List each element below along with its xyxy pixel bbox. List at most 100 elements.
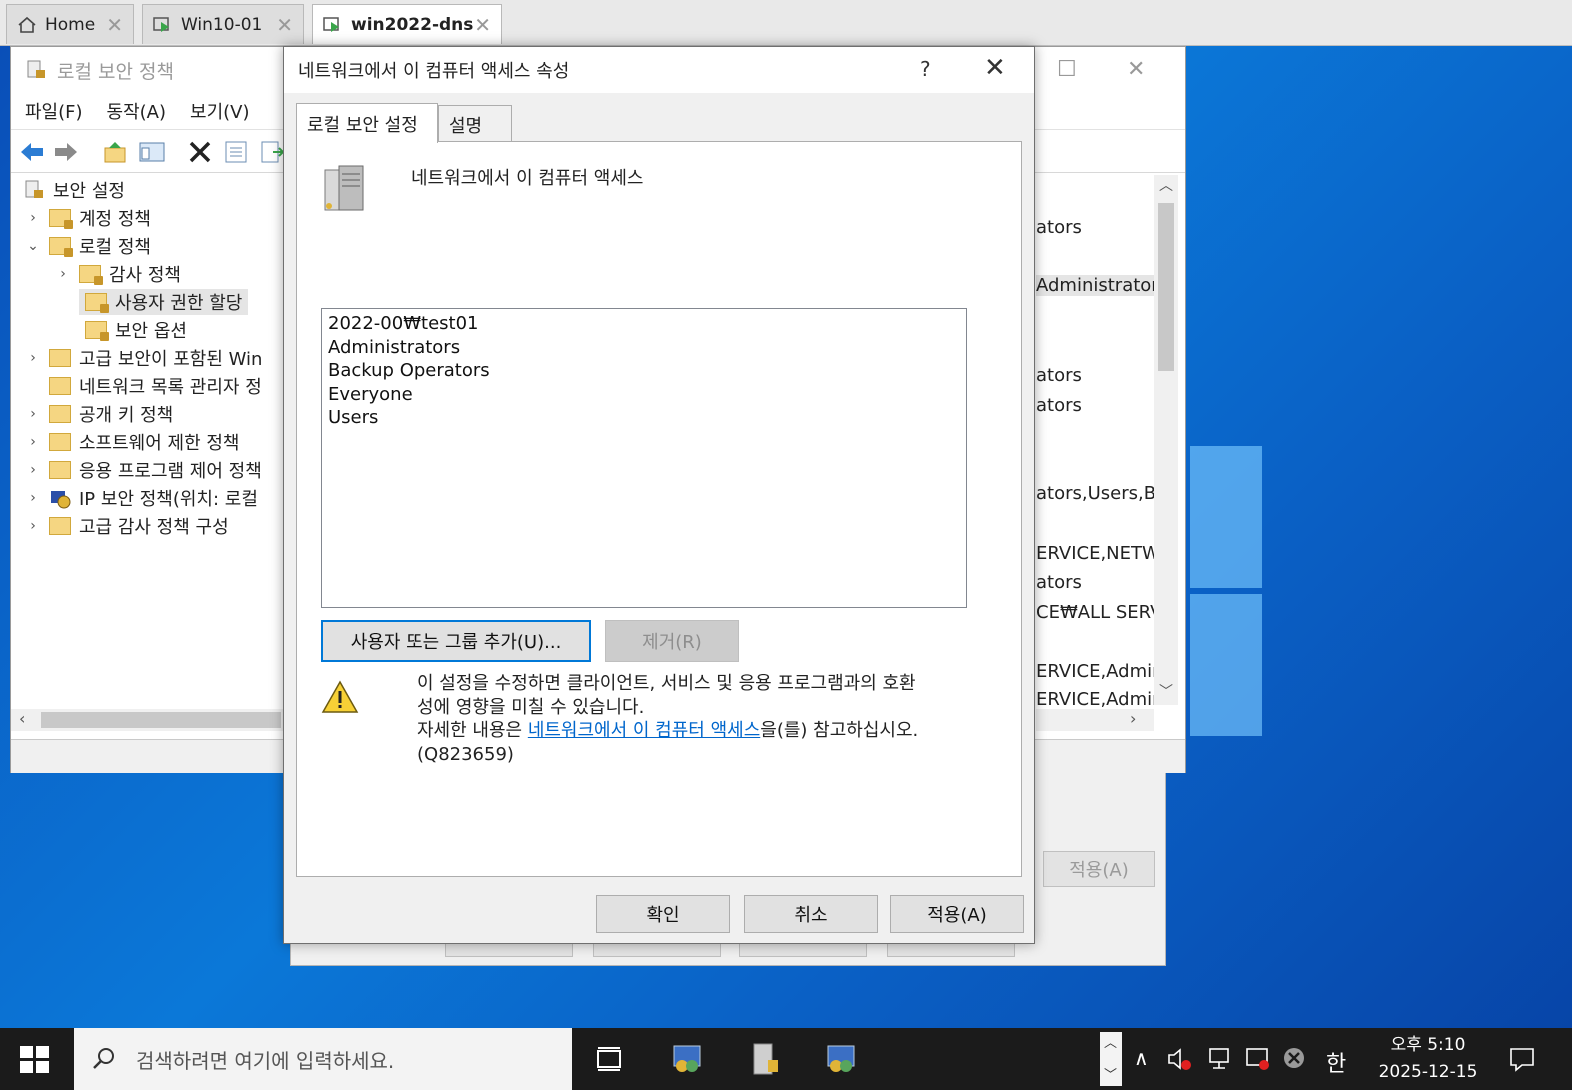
- scroll-thumb[interactable]: [41, 712, 281, 728]
- list-vertical-scrollbar[interactable]: ︿ ﹀: [1154, 175, 1178, 705]
- task-view-icon[interactable]: [590, 1040, 628, 1078]
- tree-item-local-policy[interactable]: ⌄ 로컬 정책: [25, 233, 151, 259]
- tree-item-security-options[interactable]: 보안 옵션: [85, 317, 187, 343]
- tab-explain[interactable]: 설명: [438, 105, 512, 143]
- chevron-right-icon[interactable]: ›: [25, 490, 41, 506]
- member-item[interactable]: Backup Operators: [328, 359, 960, 383]
- tree-item-user-rights[interactable]: 사용자 권한 할당: [79, 289, 249, 315]
- network-icon[interactable]: [1206, 1046, 1234, 1072]
- speaker-muted-icon[interactable]: [1166, 1046, 1192, 1072]
- vm-tab-win10[interactable]: Win10-01 ✕: [142, 4, 304, 44]
- taskbar-clock[interactable]: 오후 5:10 2025-12-15: [1368, 1032, 1488, 1086]
- policy-row-value[interactable]: CE₩ALL SERV: [1036, 602, 1162, 623]
- delete-icon[interactable]: [187, 140, 213, 164]
- tree-item-software-restriction[interactable]: › 소프트웨어 제한 정책: [25, 429, 239, 455]
- vm-tools-icon[interactable]: [1244, 1046, 1272, 1072]
- clock-date: 2025-12-15: [1378, 1062, 1478, 1082]
- maximize-icon[interactable]: ☐: [1057, 57, 1077, 82]
- tree-item-audit-policy[interactable]: › 감사 정책: [55, 261, 181, 287]
- chevron-up-icon[interactable]: ︿: [1104, 1032, 1117, 1051]
- chevron-right-icon[interactable]: ›: [25, 462, 41, 478]
- chevron-right-icon[interactable]: ›: [25, 518, 41, 534]
- tree-item-ip-security[interactable]: › IP 보안 정책(위치: 로컬: [25, 485, 258, 511]
- ok-button[interactable]: 확인: [596, 895, 730, 933]
- chevron-down-icon[interactable]: ﹀: [1104, 1064, 1117, 1083]
- scroll-thumb[interactable]: [1158, 203, 1174, 371]
- chevron-down-icon[interactable]: ﹀: [1159, 681, 1173, 701]
- policy-heading: 네트워크에서 이 컴퓨터 액세스: [411, 168, 644, 189]
- windows-start-icon[interactable]: [20, 1046, 50, 1074]
- close-icon[interactable]: ✕: [474, 13, 491, 37]
- help-button[interactable]: ?: [920, 57, 931, 81]
- member-item[interactable]: 2022-00₩test01: [328, 312, 960, 336]
- tree-item-advanced-audit[interactable]: › 고급 감사 정책 구성: [25, 513, 229, 539]
- member-item[interactable]: Everyone: [328, 383, 960, 407]
- close-icon[interactable]: ✕: [1127, 57, 1145, 82]
- vm-tab-home-label: Home: [45, 14, 96, 35]
- policy-row-value[interactable]: ERVICE,Admir: [1036, 661, 1160, 682]
- close-icon[interactable]: ✕: [276, 13, 293, 37]
- policy-row-value[interactable]: ERVICE,Admir: [1036, 689, 1160, 710]
- folder-lock-icon: [85, 293, 109, 313]
- show-hide-tree-icon[interactable]: [139, 140, 165, 164]
- warning-more-line: 자세한 내용은 네트워크에서 이 컴퓨터 액세스을(를) 참고하십시오.: [417, 719, 997, 743]
- properties-icon[interactable]: [223, 140, 249, 164]
- close-icon[interactable]: ✕: [106, 13, 123, 37]
- security-policy-app-icon[interactable]: [668, 1040, 706, 1078]
- menu-file[interactable]: 파일(F): [25, 98, 83, 124]
- chevron-right-icon[interactable]: ›: [25, 434, 41, 450]
- taskbar-scroll[interactable]: ︿ ﹀: [1100, 1032, 1122, 1086]
- ime-indicator[interactable]: 한: [1326, 1046, 1346, 1078]
- tab-local-security-setting[interactable]: 로컬 보안 설정: [296, 103, 438, 143]
- tree-item-public-key[interactable]: › 공개 키 정책: [25, 401, 173, 427]
- taskbar-search-box[interactable]: 검색하려면 여기에 입력하세요.: [74, 1028, 572, 1090]
- add-user-group-button[interactable]: 사용자 또는 그룹 추가(U)...: [321, 620, 591, 662]
- menu-view[interactable]: 보기(V): [190, 98, 249, 124]
- chevron-right-icon[interactable]: ›: [25, 210, 41, 226]
- export-list-icon[interactable]: [259, 140, 285, 164]
- policy-row-value[interactable]: ators: [1036, 572, 1082, 593]
- policy-row-value[interactable]: ERVICE,NETW: [1036, 543, 1160, 564]
- chevron-left-icon[interactable]: ‹: [19, 709, 25, 728]
- chevron-up-icon[interactable]: ︿: [1159, 175, 1173, 195]
- warning-suffix: 을(를) 참고하십시오.: [760, 720, 919, 741]
- policy-row-value[interactable]: ators: [1036, 395, 1082, 416]
- folder-icon: [49, 433, 71, 451]
- server-manager-icon[interactable]: [746, 1040, 784, 1078]
- chevron-right-icon[interactable]: ›: [25, 406, 41, 422]
- close-icon[interactable]: ✕: [984, 53, 1006, 83]
- notification-icon[interactable]: [1508, 1046, 1536, 1072]
- chevron-down-icon[interactable]: ⌄: [25, 238, 41, 254]
- tree-horizontal-scrollbar[interactable]: ‹: [11, 709, 291, 731]
- vm-tab-win2022[interactable]: win2022-dns ✕: [312, 4, 502, 44]
- member-item[interactable]: Users: [328, 406, 960, 430]
- tree-label: 네트워크 목록 관리자 정: [79, 377, 262, 398]
- menu-action[interactable]: 동작(A): [107, 98, 166, 124]
- chevron-up-icon[interactable]: ∧: [1134, 1046, 1149, 1070]
- back-arrow-icon[interactable]: [19, 140, 45, 164]
- tree-label: 공개 키 정책: [79, 405, 174, 426]
- remove-button[interactable]: 제거(R): [605, 620, 739, 662]
- vm-tab-home[interactable]: Home ✕: [6, 4, 134, 44]
- tree-item-security-settings[interactable]: 보안 설정: [23, 177, 125, 203]
- member-list[interactable]: 2022-00₩test01 Administrators Backup Ope…: [321, 308, 967, 608]
- policy-row-value[interactable]: ators: [1036, 365, 1082, 386]
- tree-item-firewall[interactable]: › 고급 보안이 포함된 Win: [25, 345, 262, 371]
- users-groups-app-icon[interactable]: [822, 1040, 860, 1078]
- member-item[interactable]: Administrators: [328, 336, 960, 360]
- chevron-right-icon[interactable]: ›: [1130, 709, 1136, 728]
- help-link[interactable]: 네트워크에서 이 컴퓨터 액세스: [528, 720, 760, 741]
- tree-item-account-policy[interactable]: › 계정 정책: [25, 205, 151, 231]
- policy-row-value[interactable]: ators,Users,Ba: [1036, 483, 1167, 504]
- list-horizontal-scrollbar[interactable]: ›: [1036, 709, 1154, 731]
- cancel-button[interactable]: 취소: [744, 895, 878, 933]
- cancel-circle-icon[interactable]: [1282, 1046, 1306, 1070]
- tree-item-app-control[interactable]: › 응용 프로그램 제어 정책: [25, 457, 262, 483]
- up-folder-icon[interactable]: [103, 140, 129, 164]
- tree-item-network-list[interactable]: 네트워크 목록 관리자 정: [49, 373, 262, 399]
- policy-row-value[interactable]: ators: [1036, 217, 1082, 238]
- chevron-right-icon[interactable]: ›: [55, 266, 71, 282]
- chevron-right-icon[interactable]: ›: [25, 350, 41, 366]
- apply-button[interactable]: 적용(A): [890, 895, 1024, 933]
- forward-arrow-icon[interactable]: [53, 140, 79, 164]
